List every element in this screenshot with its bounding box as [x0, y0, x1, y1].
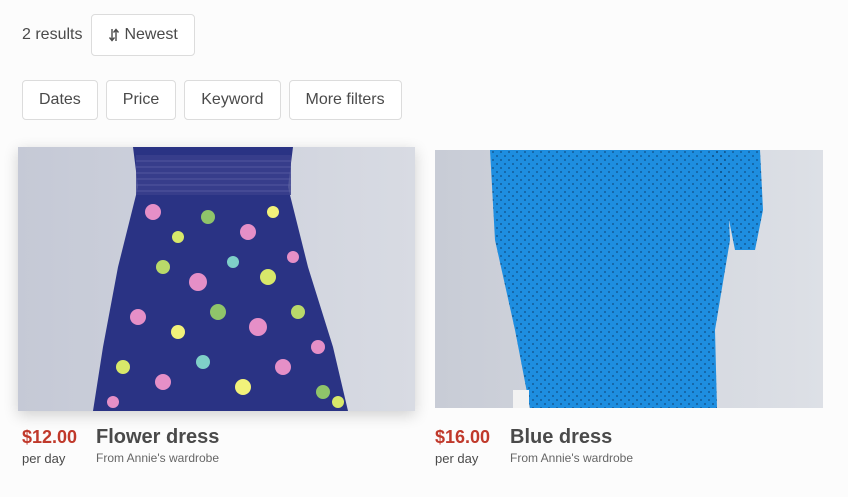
listing-owner: From Annie's wardrobe: [510, 451, 634, 465]
listing-price: $16.00: [435, 427, 491, 447]
listing-price-unit: per day: [22, 451, 66, 466]
more-filters-button[interactable]: More filters: [288, 80, 402, 120]
results-toolbar: 2 results Newest: [22, 14, 195, 56]
filter-price-button[interactable]: Price: [105, 80, 177, 120]
listing-price-unit: per day: [435, 451, 479, 466]
listing-card-flower-dress[interactable]: $12.00 per day Flower dress From Annie's…: [18, 147, 415, 467]
blue-dress-image: [435, 150, 823, 408]
sort-label: Newest: [124, 26, 178, 43]
filter-dates-button[interactable]: Dates: [22, 80, 98, 120]
filter-bar: Dates Price Keyword More filters: [22, 80, 410, 120]
sort-icon: [109, 28, 120, 42]
results-count: 2 results: [22, 26, 83, 43]
flower-dress-image: [18, 147, 415, 411]
listing-title[interactable]: Blue dress: [510, 426, 612, 449]
filter-keyword-button[interactable]: Keyword: [184, 80, 281, 120]
listing-info: $12.00 per day Flower dress From Annie's…: [18, 426, 415, 467]
listing-info: $16.00 per day Blue dress From Annie's w…: [435, 426, 823, 467]
listing-owner: From Annie's wardrobe: [96, 451, 220, 465]
sort-button[interactable]: Newest: [91, 14, 195, 56]
listing-photo[interactable]: [435, 150, 823, 408]
listing-card-blue-dress[interactable]: $16.00 per day Blue dress From Annie's w…: [435, 150, 823, 467]
listing-price: $12.00: [22, 427, 78, 447]
listing-title[interactable]: Flower dress: [96, 426, 219, 449]
listing-photo[interactable]: [18, 147, 415, 411]
